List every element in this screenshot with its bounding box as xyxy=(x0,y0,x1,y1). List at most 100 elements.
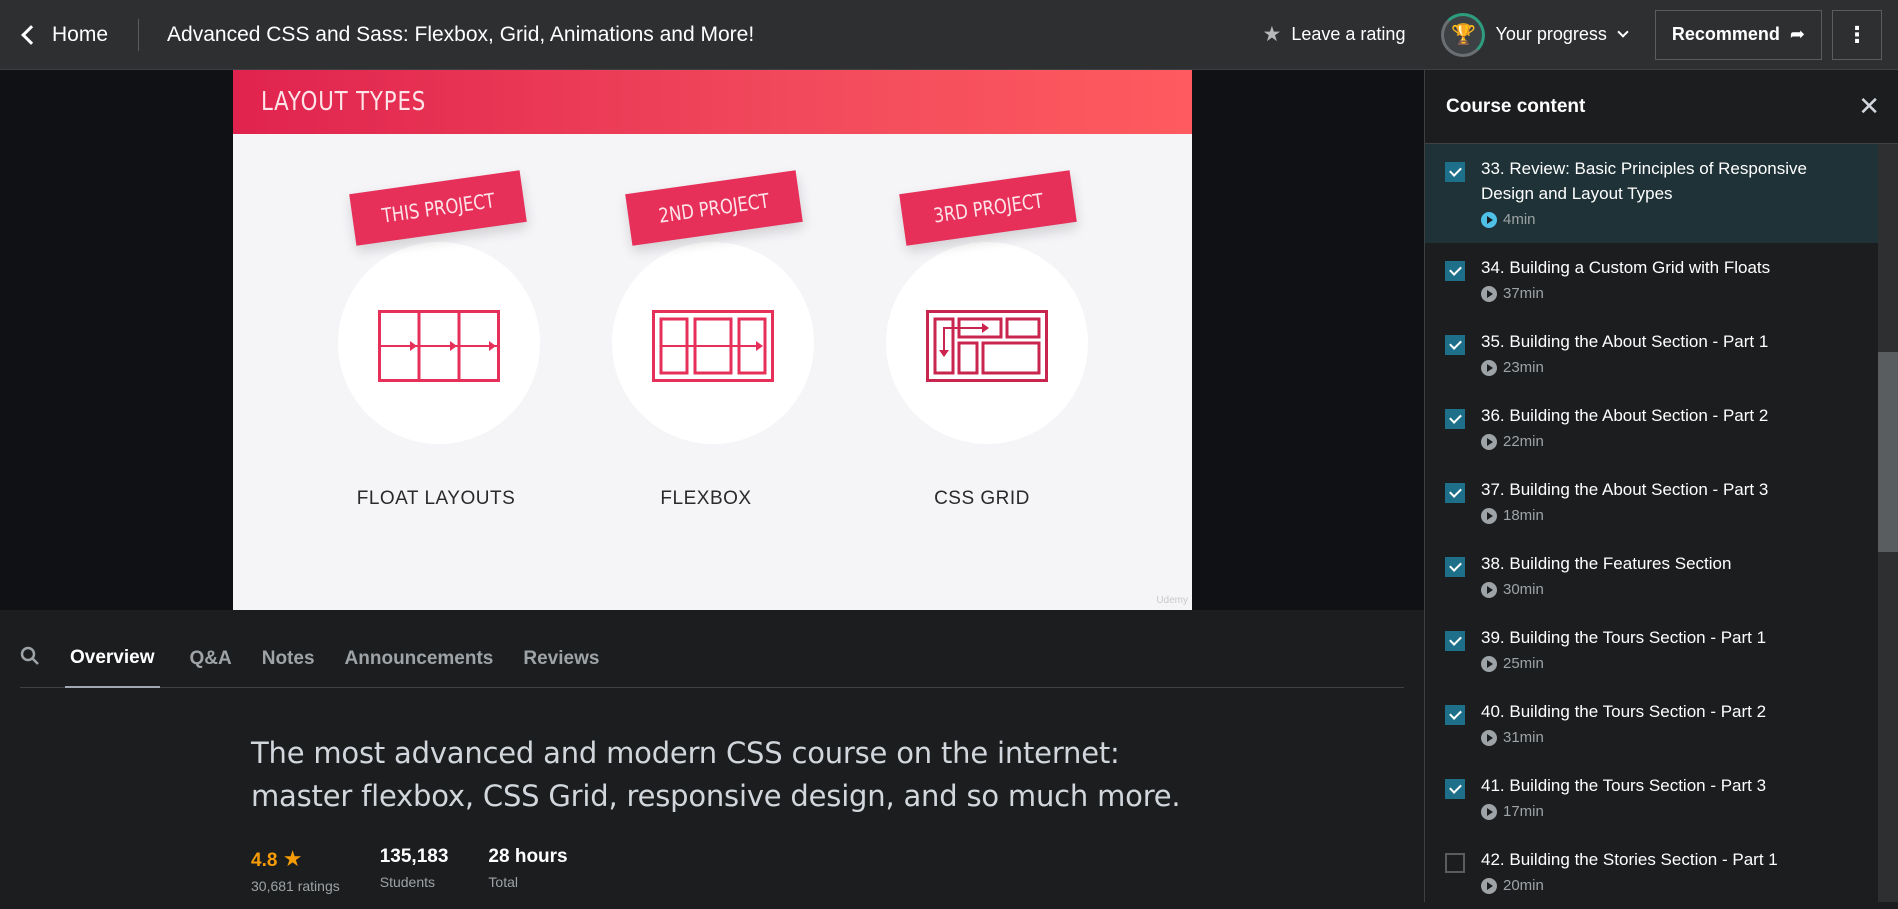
play-circle-icon xyxy=(1481,877,1497,894)
project-tag: THIS PROJECT xyxy=(349,170,527,246)
lecture-item[interactable]: 39. Building the Tours Section - Part 1 2… xyxy=(1425,613,1879,687)
tab-announcements[interactable]: Announcements xyxy=(345,630,494,688)
lecture-title: 38. Building the Features Section xyxy=(1481,554,1732,573)
lecture-item[interactable]: 41. Building the Tours Section - Part 3 1… xyxy=(1425,761,1879,835)
students-label: Students xyxy=(379,874,435,890)
lecture-checkbox[interactable] xyxy=(1445,557,1465,577)
lecture-item[interactable]: 33. Review: Basic Principles of Responsi… xyxy=(1425,144,1879,243)
lecture-body: 39. Building the Tours Section - Part 1 2… xyxy=(1481,625,1766,687)
lecture-title: 34. Building a Custom Grid with Floats xyxy=(1481,258,1771,277)
students-value: 135,183 xyxy=(379,846,449,867)
project-tag: 2ND PROJECT xyxy=(625,170,803,246)
lecture-meta: 20min xyxy=(1481,877,1778,894)
lecture-item[interactable]: 37. Building the About Section - Part 3 1… xyxy=(1425,465,1879,539)
more-vertical-icon: ⋮ xyxy=(1846,21,1868,47)
slide-header: LAYOUT TYPES xyxy=(233,70,1192,134)
tab-qa[interactable]: Q&A xyxy=(190,630,232,688)
home-link[interactable]: Home xyxy=(0,0,128,70)
lecture-item[interactable]: 35. Building the About Section - Part 1 2… xyxy=(1425,317,1879,391)
lecture-checkbox[interactable] xyxy=(1445,162,1465,182)
header-divider xyxy=(138,18,140,51)
lecture-body: 37. Building the About Section - Part 3 1… xyxy=(1481,477,1768,539)
lecture-checkbox[interactable] xyxy=(1445,631,1465,651)
video-player[interactable]: LAYOUT TYPES THIS PROJECT FLOAT LAYOUTS … xyxy=(0,70,1424,610)
lecture-checkbox[interactable] xyxy=(1445,853,1465,873)
lecture-title: 42. Building the Stories Section - Part … xyxy=(1481,850,1778,869)
share-icon: ➦ xyxy=(1789,24,1805,44)
lecture-meta: 18min xyxy=(1481,507,1768,524)
search-button[interactable] xyxy=(20,646,50,671)
lecture-body: 40. Building the Tours Section - Part 2 3… xyxy=(1481,699,1766,761)
lecture-meta: 4min xyxy=(1481,211,1863,228)
hours-stat: 28 hours Total xyxy=(488,846,567,894)
play-circle-icon xyxy=(1481,359,1497,376)
rating-stat: 4.8 ★ 30,681 ratings xyxy=(251,846,340,894)
recommend-button[interactable]: Recommend ➦ xyxy=(1654,9,1822,60)
lecture-checkbox[interactable] xyxy=(1445,483,1465,503)
play-circle-icon xyxy=(1481,211,1497,228)
sidebar-scrollbar[interactable] xyxy=(1878,144,1898,902)
course-headline: The most advanced and modern CSS course … xyxy=(251,736,1181,813)
lecture-item[interactable]: 40. Building the Tours Section - Part 2 3… xyxy=(1425,687,1879,761)
lecture-meta: 17min xyxy=(1481,803,1766,820)
lecture-item[interactable]: 38. Building the Features Section 30min xyxy=(1425,539,1879,613)
lecture-checkbox[interactable] xyxy=(1445,779,1465,799)
lecture-title: 35. Building the About Section - Part 1 xyxy=(1481,332,1769,351)
lecture-item[interactable]: 36. Building the About Section - Part 2 2… xyxy=(1425,391,1879,465)
lecture-slide: LAYOUT TYPES THIS PROJECT FLOAT LAYOUTS … xyxy=(233,70,1192,610)
lecture-checkbox[interactable] xyxy=(1445,705,1465,725)
float-layout-icon xyxy=(378,310,500,382)
lecture-checkbox[interactable] xyxy=(1445,335,1465,355)
lecture-duration: 25min xyxy=(1503,655,1544,672)
lecture-duration: 4min xyxy=(1503,211,1536,228)
hours-value: 28 hours xyxy=(488,846,568,867)
lecture-title: 33. Review: Basic Principles of Responsi… xyxy=(1481,159,1807,203)
lecture-item[interactable]: 42. Building the Stories Section - Part … xyxy=(1425,835,1879,909)
search-icon xyxy=(20,646,39,665)
leave-rating-button[interactable]: ★ Leave a rating xyxy=(1263,22,1406,47)
leave-rating-label: Leave a rating xyxy=(1291,24,1406,44)
lecture-duration: 37min xyxy=(1503,285,1544,302)
lecture-checkbox[interactable] xyxy=(1445,261,1465,281)
project-tag-label: 3RD PROJECT xyxy=(931,188,1045,228)
lecture-meta: 30min xyxy=(1481,581,1731,598)
lecture-title: 40. Building the Tours Section - Part 2 xyxy=(1481,702,1767,721)
sidebar-title: Course content xyxy=(1446,95,1586,117)
tab-reviews[interactable]: Reviews xyxy=(523,630,599,688)
project-tag-label: 2ND PROJECT xyxy=(657,188,771,228)
lecture-body: 33. Review: Basic Principles of Responsi… xyxy=(1481,156,1863,243)
udemy-watermark: Udemy xyxy=(1156,595,1188,606)
rating-value: 4.8 xyxy=(251,850,278,871)
lecture-body: 36. Building the About Section - Part 2 2… xyxy=(1481,403,1768,465)
tab-notes[interactable]: Notes xyxy=(262,630,315,688)
chevron-down-icon xyxy=(1617,26,1629,38)
lecture-item[interactable]: 34. Building a Custom Grid with Floats 37… xyxy=(1425,243,1879,317)
more-options-button[interactable]: ⋮ xyxy=(1832,9,1882,60)
progress-dropdown[interactable]: 🏆 Your progress xyxy=(1441,12,1629,57)
play-circle-icon xyxy=(1481,507,1497,524)
hours-label: Total xyxy=(488,874,518,890)
close-icon[interactable]: ✕ xyxy=(1858,91,1880,122)
lecture-body: 41. Building the Tours Section - Part 3 1… xyxy=(1481,773,1766,835)
home-label: Home xyxy=(52,22,109,46)
flexbox-layout-icon xyxy=(652,310,774,382)
slide-title: LAYOUT TYPES xyxy=(261,87,427,117)
lecture-duration: 20min xyxy=(1503,877,1544,894)
rating-star-icon: ★ xyxy=(282,846,303,871)
lecture-meta: 31min xyxy=(1481,729,1766,746)
scrollbar-thumb[interactable] xyxy=(1878,352,1898,552)
layout-label: CSS GRID xyxy=(934,488,1030,509)
tab-overview[interactable]: Overview xyxy=(65,630,160,688)
play-circle-icon xyxy=(1481,803,1497,820)
layout-label: FLEXBOX xyxy=(660,488,752,509)
lecture-body: 38. Building the Features Section 30min xyxy=(1481,551,1731,613)
progress-ring: 🏆 xyxy=(1441,12,1486,57)
course-content-sidebar: Course content ✕ 33. Review: Basic Princ… xyxy=(1424,70,1898,902)
project-tag-label: THIS PROJECT xyxy=(380,188,496,228)
lecture-meta: 25min xyxy=(1481,655,1766,672)
lecture-checkbox[interactable] xyxy=(1445,409,1465,429)
lecture-title: 41. Building the Tours Section - Part 3 xyxy=(1481,776,1767,795)
rating-value-row: 4.8 ★ xyxy=(251,846,340,872)
lecture-duration: 22min xyxy=(1503,433,1544,450)
lecture-duration: 30min xyxy=(1503,581,1544,598)
